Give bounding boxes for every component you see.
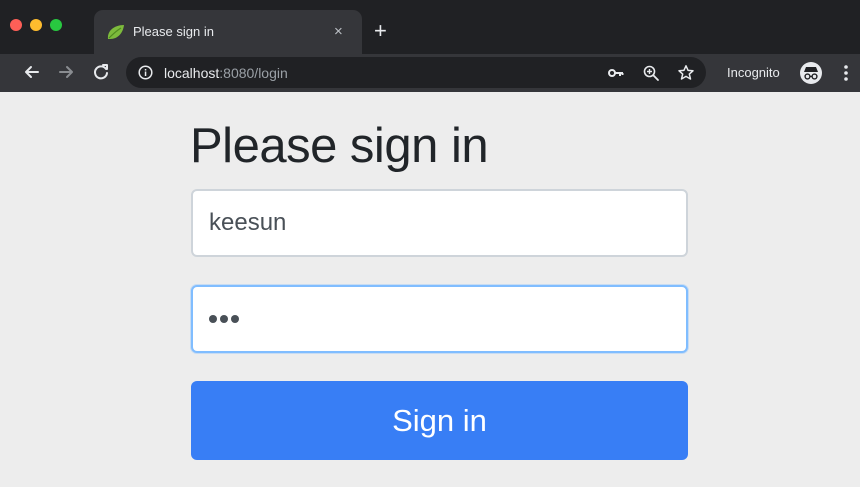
username-input[interactable] bbox=[191, 189, 688, 257]
browser-toolbar: localhost:8080/login Incognito bbox=[0, 54, 860, 92]
password-dot bbox=[220, 315, 228, 323]
reload-icon[interactable] bbox=[91, 62, 111, 82]
page-title: Please sign in bbox=[190, 119, 489, 173]
info-icon[interactable] bbox=[138, 65, 153, 80]
sign-in-button[interactable]: Sign in bbox=[191, 381, 688, 460]
spring-leaf-icon bbox=[107, 25, 124, 39]
forward-arrow-icon[interactable] bbox=[56, 62, 76, 82]
star-icon[interactable] bbox=[677, 64, 695, 82]
menu-icon[interactable] bbox=[842, 63, 850, 83]
new-tab-button[interactable]: + bbox=[374, 18, 387, 44]
password-dot bbox=[231, 315, 239, 323]
incognito-icon[interactable] bbox=[799, 61, 823, 85]
tab-close-icon[interactable]: × bbox=[334, 22, 343, 42]
address-host: localhost bbox=[164, 65, 220, 81]
window-zoom-button[interactable] bbox=[50, 19, 62, 31]
window-minimize-button[interactable] bbox=[30, 19, 42, 31]
password-dot bbox=[209, 315, 217, 323]
address-path: :8080/login bbox=[219, 65, 288, 81]
password-mask bbox=[209, 310, 242, 328]
tab-title: Please sign in bbox=[133, 24, 214, 39]
password-input[interactable] bbox=[191, 285, 688, 353]
zoom-icon[interactable] bbox=[642, 64, 660, 82]
browser-tab[interactable]: Please sign in × bbox=[94, 10, 362, 54]
incognito-label[interactable]: Incognito bbox=[727, 64, 780, 82]
key-icon[interactable] bbox=[607, 64, 625, 82]
tab-strip: Please sign in × + bbox=[0, 0, 860, 54]
window-close-button[interactable] bbox=[10, 19, 22, 31]
address-bar[interactable]: localhost:8080/login bbox=[126, 57, 706, 88]
back-arrow-icon[interactable] bbox=[22, 62, 42, 82]
address-url[interactable]: localhost:8080/login bbox=[164, 64, 288, 82]
